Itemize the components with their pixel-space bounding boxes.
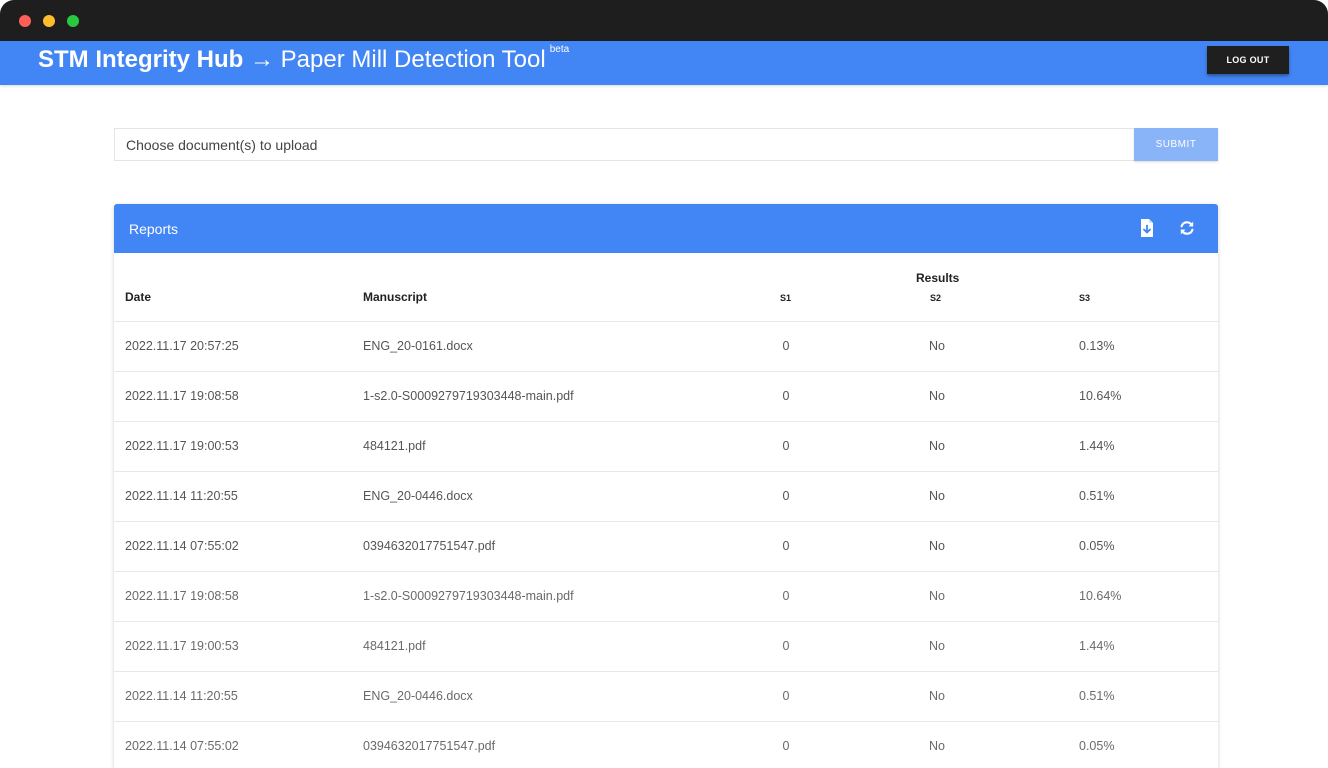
- file-download-icon[interactable]: [1137, 218, 1157, 238]
- result-s2: No: [929, 339, 945, 353]
- manuscript-name: 484121.pdf: [363, 439, 426, 453]
- column-header-manuscript[interactable]: Manuscript: [363, 290, 427, 304]
- refresh-icon[interactable]: [1177, 218, 1197, 238]
- table-row[interactable]: 2022.11.14 11:20:55 ENG_20-0446.docx 0 No 0.…: [114, 472, 1218, 522]
- app-window: STM Integrity Hub → Paper Mill Detection…: [0, 0, 1328, 768]
- table-row[interactable]: 2022.11.17 19:00:53 484121.pdf 0 No 1.44%: [114, 422, 1218, 472]
- result-s3: 0.51%: [1079, 489, 1115, 503]
- result-s2: No: [929, 389, 945, 403]
- result-s1: 0: [782, 539, 790, 553]
- report-date: 2022.11.14 07:55:02: [125, 739, 239, 753]
- minimize-window-button[interactable]: [43, 15, 55, 27]
- result-s1: 0: [782, 339, 790, 353]
- result-s2: No: [929, 739, 945, 753]
- result-s3: 0.51%: [1079, 689, 1115, 703]
- manuscript-name: 1-s2.0-S0009279719303448-main.pdf: [363, 389, 574, 403]
- title-arrow: →: [250, 46, 274, 73]
- report-date: 2022.11.17 19:00:53: [125, 639, 239, 653]
- logout-button[interactable]: LOG OUT: [1207, 46, 1289, 74]
- document-upload-input[interactable]: Choose document(s) to upload: [114, 128, 1135, 161]
- result-s3: 10.64%: [1079, 389, 1122, 403]
- table-row[interactable]: 2022.11.17 19:08:58 1-s2.0-S0009279719303…: [114, 572, 1218, 622]
- column-header-date[interactable]: Date: [125, 290, 151, 304]
- result-s1: 0: [782, 439, 790, 453]
- manuscript-name: 0394632017751547.pdf: [363, 739, 496, 753]
- tool-name: Paper Mill Detection Tool: [280, 46, 546, 73]
- manuscript-name: 1-s2.0-S0009279719303448-main.pdf: [363, 589, 574, 603]
- table-row[interactable]: 2022.11.14 07:55:02 0394632017751547.pdf 0…: [114, 722, 1218, 768]
- column-header-s1[interactable]: S1: [780, 293, 791, 303]
- column-header-s3[interactable]: S3: [1079, 293, 1090, 303]
- app-title: STM Integrity Hub → Paper Mill Detection…: [38, 44, 570, 74]
- result-s1: 0: [782, 589, 790, 603]
- result-s1: 0: [782, 739, 790, 753]
- result-s3: 1.44%: [1079, 439, 1115, 453]
- reports-title: Reports: [129, 221, 179, 237]
- manuscript-name: 484121.pdf: [363, 639, 426, 653]
- result-s1: 0: [782, 689, 790, 703]
- manuscript-name: 0394632017751547.pdf: [363, 539, 496, 553]
- report-date: 2022.11.17 19:08:58: [125, 389, 239, 403]
- result-s2: No: [929, 639, 945, 653]
- manuscript-name: ENG_20-0446.docx: [363, 489, 473, 503]
- table-row[interactable]: 2022.11.14 11:20:55 ENG_20-0446.docx 0 No 0.…: [114, 672, 1218, 722]
- report-date: 2022.11.14 11:20:55: [125, 489, 238, 503]
- result-s3: 0.05%: [1079, 739, 1115, 753]
- result-s2: No: [929, 689, 945, 703]
- window-titlebar: [0, 0, 1328, 41]
- result-s3: 0.05%: [1079, 539, 1115, 553]
- table-row[interactable]: 2022.11.17 19:00:53 484121.pdf 0 No 1.44%: [114, 622, 1218, 672]
- column-header-s2[interactable]: S2: [930, 293, 941, 303]
- result-s1: 0: [782, 389, 790, 403]
- result-s3: 10.64%: [1079, 589, 1122, 603]
- result-s3: 1.44%: [1079, 639, 1115, 653]
- result-s3: 0.13%: [1079, 339, 1115, 353]
- result-s2: No: [929, 539, 945, 553]
- beta-badge: beta: [549, 44, 570, 55]
- result-s2: No: [929, 589, 945, 603]
- maximize-window-button[interactable]: [67, 15, 79, 27]
- brand-name: STM Integrity Hub: [38, 46, 244, 73]
- reports-panel: Reports Date Manuscript Results S1 S2 S3…: [114, 204, 1218, 768]
- result-s1: 0: [782, 489, 790, 503]
- column-group-results: Results: [916, 271, 960, 285]
- report-date: 2022.11.17 20:57:25: [125, 339, 239, 353]
- table-row[interactable]: 2022.11.14 07:55:02 0394632017751547.pdf 0…: [114, 522, 1218, 572]
- manuscript-name: ENG_20-0446.docx: [363, 689, 473, 703]
- report-date: 2022.11.14 07:55:02: [125, 539, 239, 553]
- table-row[interactable]: 2022.11.17 19:08:58 1-s2.0-S0009279719303…: [114, 372, 1218, 422]
- result-s1: 0: [782, 639, 790, 653]
- app-header: STM Integrity Hub → Paper Mill Detection…: [0, 41, 1328, 85]
- close-window-button[interactable]: [19, 15, 31, 27]
- report-date: 2022.11.17 19:00:53: [125, 439, 239, 453]
- report-date: 2022.11.17 19:08:58: [125, 589, 239, 603]
- table-row[interactable]: 2022.11.17 20:57:25 ENG_20-0161.docx 0 No 0.…: [114, 322, 1218, 372]
- report-date: 2022.11.14 11:20:55: [125, 689, 238, 703]
- submit-button[interactable]: SUBMIT: [1134, 128, 1218, 161]
- result-s2: No: [929, 489, 945, 503]
- manuscript-name: ENG_20-0161.docx: [363, 339, 473, 353]
- reports-header: Reports: [114, 204, 1218, 253]
- result-s2: No: [929, 439, 945, 453]
